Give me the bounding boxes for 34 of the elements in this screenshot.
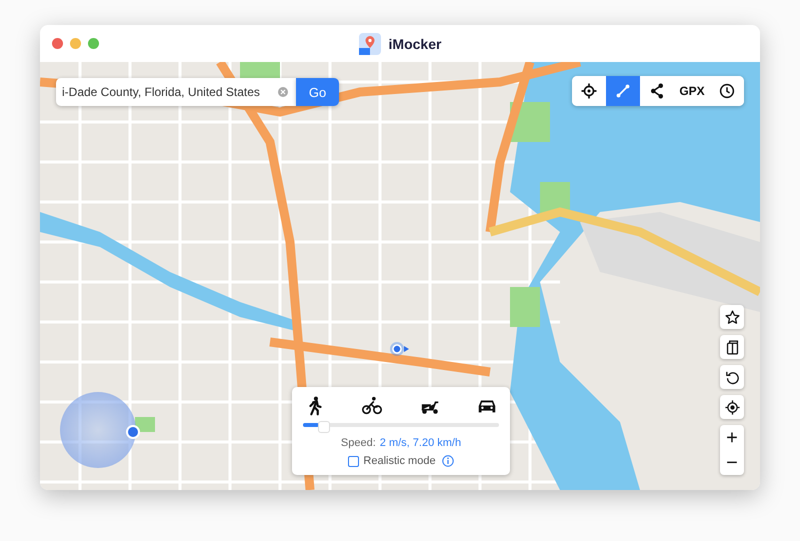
realistic-checkbox[interactable] xyxy=(348,456,360,466)
history-button[interactable] xyxy=(710,76,744,106)
crosshair-icon xyxy=(580,82,598,100)
joystick-handle[interactable] xyxy=(126,425,140,439)
info-icon[interactable] xyxy=(442,455,454,467)
realistic-label: Realistic mode xyxy=(363,455,436,467)
speed-label: Speed: xyxy=(340,437,376,449)
park-area xyxy=(510,287,540,327)
park-area xyxy=(135,417,155,432)
search-field[interactable]: i-Dade County, Florida, United States xyxy=(56,78,296,106)
mode-button[interactable] xyxy=(361,395,384,417)
speed-value: 2 m/s, 7.20 km/h xyxy=(380,437,462,449)
favorite-button[interactable] xyxy=(720,305,744,329)
app-logo-icon xyxy=(358,32,381,54)
slider-thumb[interactable] xyxy=(318,421,330,433)
position-marker-icon xyxy=(389,341,411,357)
close-button[interactable] xyxy=(52,38,63,49)
gpx-button[interactable]: GPX xyxy=(674,76,710,106)
clock-icon xyxy=(718,82,736,100)
share-button[interactable] xyxy=(640,76,674,106)
bicycle-icon xyxy=(361,395,384,417)
window-title: iMocker xyxy=(388,36,442,52)
devices-button[interactable] xyxy=(720,335,744,359)
share-icon xyxy=(648,82,666,100)
route-icon xyxy=(614,82,632,100)
locate-icon xyxy=(724,398,740,416)
zoom-out-button[interactable]: − xyxy=(720,450,744,475)
go-button[interactable]: Go xyxy=(296,78,339,106)
star-icon xyxy=(724,308,740,326)
teleport-button[interactable] xyxy=(572,76,606,106)
locate-button[interactable] xyxy=(720,395,744,419)
zoom-in-button[interactable]: + xyxy=(720,425,744,450)
route-button[interactable] xyxy=(606,76,640,106)
reset-button[interactable] xyxy=(720,365,744,389)
